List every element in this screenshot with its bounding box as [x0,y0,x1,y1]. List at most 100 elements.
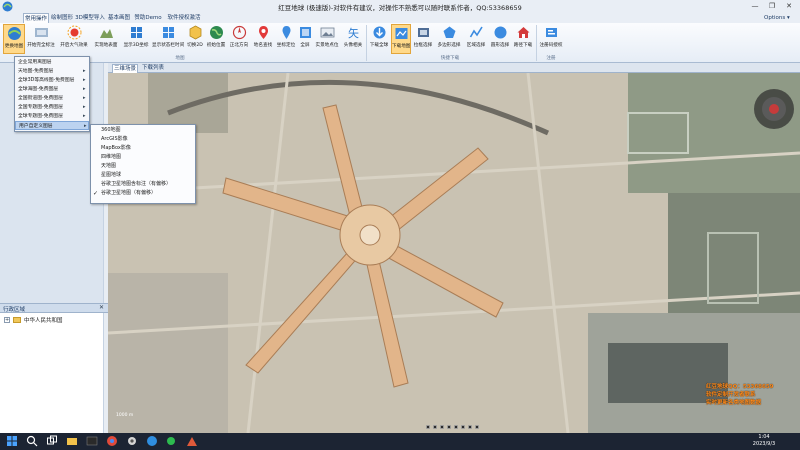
box-select-button[interactable]: 拉框选择 [412,24,434,54]
settings-icon[interactable] [126,435,138,447]
switch-2d-button[interactable]: 切换2D [186,24,204,54]
chevron-right-icon: ▸ [84,123,87,129]
map-tab-bar: 三维场景 下载列表 [108,63,800,73]
layer-menu-label: 全国街道图-免费图层 [18,96,63,101]
register-auth-label: 注册码授权 [539,43,563,48]
window-title: 红豆地球 (极速版)-对软件有建议，对操作不熟悉可以随时联系作者，QQ:5336… [278,4,522,12]
layer-menu-item[interactable]: 全球海图-免费图层 ▸ [15,85,89,94]
submenu-label: ArcGIS影像 [101,136,128,142]
terrain-surface-label: 实现地表面 [94,43,118,48]
fullscreen-icon [300,27,311,38]
coordinate-locate-button[interactable]: 坐标定位 [276,24,296,54]
file-explorer-icon[interactable] [66,435,78,447]
ribbon-toolbar: 更换地图 开始完全标注 开启大气效果 实现地表面 显示3D坐标 显示状态栏时间 … [0,23,800,63]
map-control-button[interactable] [447,425,451,429]
initial-position-button[interactable]: 初始位置 [206,24,226,54]
layer-menu-item[interactable]: 全国专题图-免费图层 ▸ [15,103,89,112]
admin-close-icon[interactable]: ✕ [99,304,104,311]
submenu-item[interactable]: 星图地球 [91,171,195,180]
north-direction-button[interactable]: 正北方向 [228,24,250,54]
task-view-icon[interactable] [46,435,58,447]
map-control-button[interactable] [475,425,479,429]
full-annotation-button[interactable]: 开始完全标注 [27,24,55,54]
ribbon-separator [366,25,367,61]
windows-start-icon[interactable] [6,435,18,447]
taskbar-clock[interactable]: 1:04 2023/9/3 [750,434,778,448]
status-bar-time-button[interactable]: 显示状态栏时间 [152,24,184,54]
download-map-label: 下载地图 [392,44,410,49]
tree-node-label: 中华人民共和国 [24,318,63,324]
map-viewport[interactable]: 三维场景 下载列表 红豆地球QQ：53368659 软件定制开发者联系 实时更新… [108,63,800,433]
maximize-button[interactable]: ❐ [765,1,779,12]
tab-license-activate[interactable]: 软件授权激活 [166,13,202,23]
layer-menu-label: 企业常用离图层 [18,60,52,65]
minimize-button[interactable]: — [748,1,762,12]
options-menu[interactable]: Options ▾ [764,13,790,23]
search-icon[interactable] [26,435,38,447]
map-control-button[interactable] [440,425,444,429]
terminal-icon[interactable] [86,435,98,447]
submenu-item[interactable]: 天地图 [91,162,195,171]
layer-menu-item-custom[interactable]: 用户自定义图层 ▸ [15,121,89,130]
atmosphere-button[interactable]: 开启大气效果 [58,24,90,54]
download-global-button[interactable]: 下载全球 [368,24,390,54]
polygon-select-button[interactable]: 多边形选择 [436,24,462,54]
tab-download-list[interactable]: 下载列表 [140,64,166,73]
admin-region-title: 行政区域 [3,307,26,313]
tab-basic-drawing[interactable]: 基本画图 [107,13,131,23]
avatar-related-button[interactable]: 矢 头像相关 [342,24,364,54]
terrain-surface-button[interactable]: 实现地表面 [92,24,120,54]
check-icon: ✓ [93,190,99,197]
submenu-item[interactable]: MapBox影像 [91,144,195,153]
close-button[interactable]: ✕ [782,1,796,12]
submenu-item[interactable]: 360地图 [91,126,195,135]
download-map-button[interactable]: 下载地图 [391,24,411,54]
layer-menu-item[interactable]: 天地图-免费图层 ▸ [15,67,89,76]
path-download-button[interactable]: 路径下载 [512,24,534,54]
ribbon-group-quick-download: 快捷下载 [440,56,460,61]
fullscreen-button[interactable]: 全屏 [298,24,312,54]
region-select-button[interactable]: 区域选择 [464,24,488,54]
polygon-select-label: 多边形选择 [437,43,461,48]
box-select-icon [418,28,429,37]
admin-region-header: 行政区域 ✕ [0,303,108,313]
change-map-label: 更换地图 [4,44,24,49]
map-control-button[interactable] [433,425,437,429]
map-control-button[interactable] [426,425,430,429]
globe-icon [8,27,21,40]
terrain-icon [100,29,113,38]
key-card-icon [546,28,557,37]
submenu-item[interactable]: ArcGIS影像 [91,135,195,144]
layer-menu-item[interactable]: 全球专题图-免费图层 ▸ [15,112,89,121]
map-control-button[interactable] [454,425,458,429]
tab-3d-model-import[interactable]: 3D模型导入 [75,13,105,23]
wechat-icon[interactable] [166,435,178,447]
layer-menu-item[interactable]: 全球3D等高线图-免费图层 ▸ [15,76,89,85]
map-control-button[interactable] [461,425,465,429]
tab-3d-scene[interactable]: 三维场景 [112,64,138,73]
change-map-button[interactable]: 更换地图 [3,24,25,54]
tree-expand-icon[interactable]: + [4,317,10,323]
submenu-item[interactable]: 四维地图 [91,153,195,162]
show-3d-coords-button[interactable]: 显示3D坐标 [122,24,150,54]
tree-node-china[interactable]: + 中华人民共和国 [4,317,94,325]
compass-icon[interactable] [754,89,794,129]
register-auth-button[interactable]: 注册码授权 [538,24,564,54]
app-taskbar-icon[interactable] [186,435,198,447]
streetview-button[interactable]: 实景地点位 [313,24,341,54]
browser-icon[interactable] [146,435,158,447]
map-control-button[interactable] [468,425,472,429]
scale-bar: 1000 m [116,413,134,418]
chrome-icon[interactable] [106,435,118,447]
satellite-imagery[interactable] [108,73,800,433]
tab-sponsor-demo[interactable]: 赞助Demo [134,13,162,23]
submenu-item-selected[interactable]: ✓ 谷歌卫星地图（有偏移） [91,189,195,198]
submenu-item[interactable]: 谷歌卫星地图含标注（有偏移） [91,180,195,189]
circle-select-button[interactable]: 圆形选择 [489,24,511,54]
layer-menu-item[interactable]: 企业常用离图层 [15,58,89,67]
tab-common-ops[interactable]: 常用操作 [23,13,49,23]
tab-draw-shapes[interactable]: 绘制图形 [50,13,74,23]
place-search-button[interactable]: 地名查找 [252,24,274,54]
ribbon-separator [536,25,537,61]
layer-menu-item[interactable]: 全国街道图-免费图层 ▸ [15,94,89,103]
